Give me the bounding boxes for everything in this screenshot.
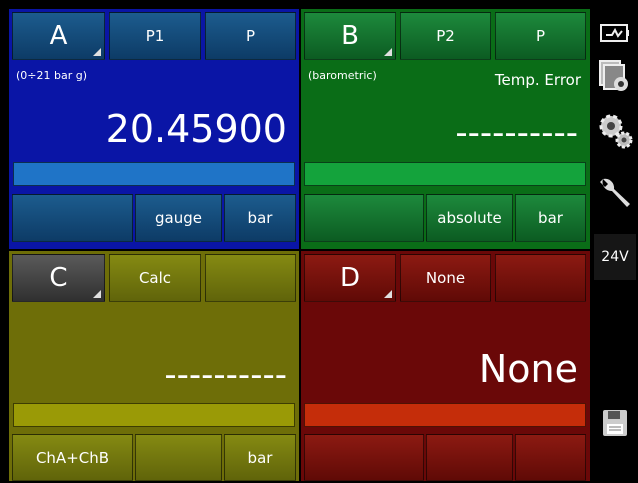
wrench-icon[interactable] bbox=[596, 174, 634, 212]
channel-c-mode-button[interactable] bbox=[135, 434, 222, 481]
channel-b-button[interactable]: B bbox=[304, 12, 396, 60]
channel-d-sub-button[interactable] bbox=[495, 254, 586, 302]
channel-c-formula-button[interactable]: ChA+ChB bbox=[12, 434, 133, 481]
channel-d-button[interactable]: D bbox=[304, 254, 396, 302]
channel-d-mode-button[interactable] bbox=[426, 434, 513, 481]
channel-d-panel: D None None bbox=[301, 251, 590, 481]
channel-d-value: None bbox=[478, 347, 578, 391]
sidebar: 24V bbox=[592, 0, 638, 483]
channel-c-panel: C Calc ---------- ChA+ChB bar bbox=[9, 251, 299, 481]
channel-a-mode-blank-button[interactable] bbox=[12, 194, 133, 242]
channel-c-sub-button[interactable] bbox=[205, 254, 296, 302]
channel-b-panel: B P2 P (barometric) Temp. Error --------… bbox=[301, 9, 590, 249]
channel-c-port-button[interactable]: Calc bbox=[109, 254, 201, 302]
channel-c-button[interactable]: C bbox=[12, 254, 105, 302]
channel-a-button[interactable]: A bbox=[12, 12, 105, 60]
channel-a-mode-button[interactable]: gauge bbox=[135, 194, 222, 242]
channel-d-formula-button[interactable] bbox=[304, 434, 424, 481]
channel-a-unit-button[interactable]: bar bbox=[224, 194, 296, 242]
channel-a-panel: A P1 P (0÷21 bar g) 20.45900 gauge bar bbox=[9, 9, 299, 249]
save-icon[interactable] bbox=[596, 404, 634, 442]
channel-b-port-button[interactable]: P2 bbox=[400, 12, 491, 60]
channel-b-sub-button[interactable]: P bbox=[495, 12, 586, 60]
power-supply-icon[interactable] bbox=[596, 14, 634, 52]
temp-error-status: Temp. Error bbox=[494, 71, 581, 89]
channel-a-bar bbox=[13, 162, 295, 186]
screen-settings-icon[interactable] bbox=[596, 58, 634, 96]
channel-a-port-button[interactable]: P1 bbox=[109, 12, 201, 60]
channel-c-bar bbox=[13, 403, 295, 427]
channel-b-unit-button[interactable]: bar bbox=[515, 194, 586, 242]
voltage-24v-button[interactable]: 24V bbox=[594, 234, 636, 280]
channel-b-bar bbox=[304, 162, 586, 186]
channel-c-value: ---------- bbox=[164, 355, 287, 395]
channel-d-port-button[interactable]: None bbox=[400, 254, 491, 302]
channel-b-value: ---------- bbox=[455, 113, 578, 153]
channel-d-bar bbox=[304, 403, 586, 427]
channel-b-mode-button[interactable]: absolute bbox=[426, 194, 513, 242]
gears-settings-icon[interactable] bbox=[596, 112, 634, 150]
channel-a-sub-button[interactable]: P bbox=[205, 12, 296, 60]
channel-c-unit-button[interactable]: bar bbox=[224, 434, 296, 481]
channel-d-unit-button[interactable] bbox=[515, 434, 586, 481]
channel-b-mode-blank-button[interactable] bbox=[304, 194, 424, 242]
channel-a-range: (0÷21 bar g) bbox=[16, 69, 88, 82]
channel-a-value: 20.45900 bbox=[105, 107, 287, 151]
channel-b-range: (barometric) bbox=[308, 69, 377, 82]
